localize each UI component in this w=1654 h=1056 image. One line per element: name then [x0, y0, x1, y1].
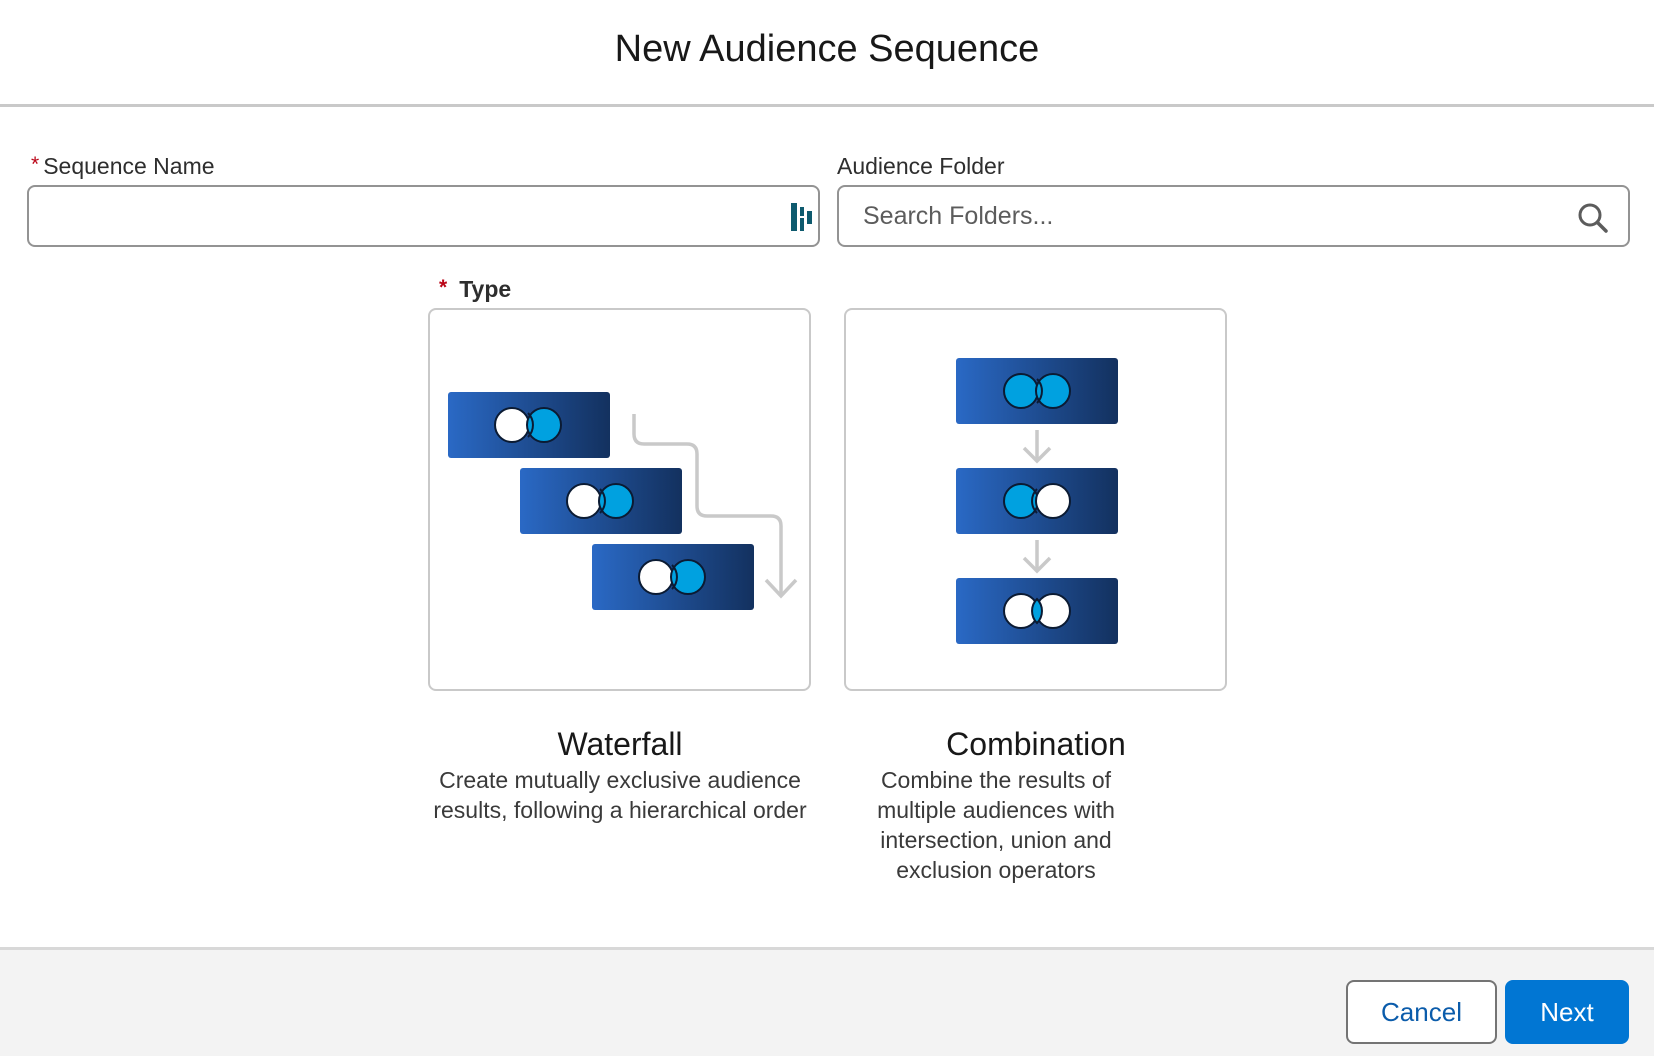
waterfall-illustration	[448, 392, 798, 610]
required-indicator: *	[31, 153, 40, 176]
next-button[interactable]: Next	[1505, 980, 1629, 1044]
cancel-button[interactable]: Cancel	[1346, 980, 1497, 1044]
type-label: * Type	[439, 276, 511, 303]
audience-folder-field[interactable]	[837, 185, 1630, 247]
sequence-name-label-text: Sequence Name	[43, 153, 215, 179]
search-icon[interactable]	[1577, 202, 1609, 239]
type-label-text: Type	[459, 276, 512, 302]
modal-footer: Cancel Next	[0, 947, 1654, 1056]
folder-search-input[interactable]	[863, 187, 1553, 245]
waterfall-description: Create mutually exclusive audience resul…	[433, 767, 807, 823]
required-indicator: *	[439, 276, 448, 299]
modal-header: New Audience Sequence	[0, 0, 1654, 107]
combination-option-card[interactable]	[844, 308, 1227, 691]
sequence-name-input[interactable]	[53, 187, 783, 245]
waterfall-option-card[interactable]	[428, 308, 811, 691]
combination-description: Combine the results of multiple audience…	[877, 767, 1115, 883]
waterfall-title: Waterfall	[557, 726, 683, 762]
record-lookup-icon[interactable]	[791, 203, 813, 236]
audience-folder-label: Audience Folder	[837, 153, 1005, 179]
sequence-name-field[interactable]	[27, 185, 820, 247]
combination-illustration	[956, 358, 1118, 644]
sequence-name-label: * Sequence Name	[31, 153, 215, 180]
combination-title: Combination	[946, 726, 1126, 762]
modal-title: New Audience Sequence	[614, 28, 1040, 70]
